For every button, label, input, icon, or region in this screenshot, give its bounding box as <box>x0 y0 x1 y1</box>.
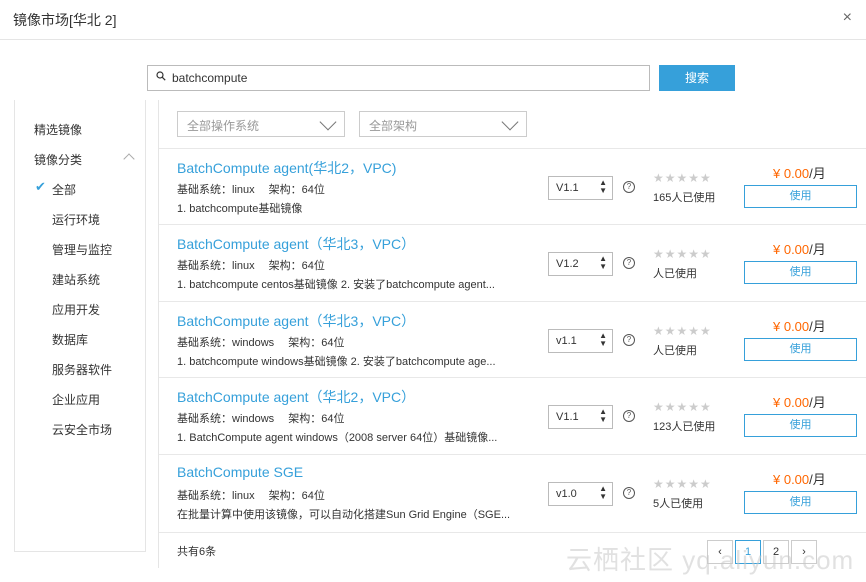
version-select[interactable]: V1.1 ▲ ▼ <box>548 176 613 200</box>
price-unit: /月 <box>809 319 826 334</box>
search-icon <box>156 71 166 81</box>
image-description: 1. BatchCompute agent windows（2008 serve… <box>177 432 498 444</box>
updown-arrows-icon: ▲ ▼ <box>599 407 607 424</box>
use-button[interactable]: 使用 <box>744 491 857 514</box>
total-count: 共有6条 <box>177 546 217 558</box>
updown-arrows-icon: ▲ ▼ <box>599 484 607 501</box>
image-title-link[interactable]: BatchCompute SGE <box>177 464 303 480</box>
help-icon[interactable]: ? <box>623 487 635 499</box>
version-select[interactable]: V1.1 ▲ ▼ <box>548 405 613 429</box>
usage-count: 人已使用 <box>653 268 697 280</box>
dialog-header: 镜像市场[华北 2] × <box>0 0 866 40</box>
sidebar-item-appdev[interactable]: 应用开发 <box>52 301 100 318</box>
watermark: 云栖社区 yq.aliyun.com <box>566 545 855 575</box>
usage-count: 5人已使用 <box>653 498 704 510</box>
version-select[interactable]: V1.2 ▲ ▼ <box>548 252 613 276</box>
rating-stars: ★★★★★ <box>653 324 712 338</box>
rating-stars: ★★★★★ <box>653 171 712 185</box>
version-value: V1.1 <box>556 411 579 423</box>
price-value: ¥ 0.00 <box>773 166 810 181</box>
search-box <box>147 65 650 91</box>
image-description: 1. batchcompute windows基础镜像 2. 安装了batchc… <box>177 356 496 368</box>
price: ¥ 0.00/月 <box>773 469 826 488</box>
rating-stars: ★★★★★ <box>653 400 712 414</box>
arch-filter-label: 全部架构 <box>369 119 418 133</box>
image-title-link[interactable]: BatchCompute agent（华北3，VPC） <box>177 234 415 254</box>
check-icon: ✔ <box>35 179 46 194</box>
image-description: 在批量计算中使用该镜像，可以自动化搭建Sun Grid Engine（SGE..… <box>177 509 511 521</box>
price-unit: /月 <box>809 166 826 181</box>
image-list-item: BatchCompute agent（华北3，VPC） 基础系统：linux 架… <box>159 224 866 300</box>
image-list-item: BatchCompute agent（华北2，VPC） 基础系统：windows… <box>159 377 866 453</box>
help-icon[interactable]: ? <box>623 181 635 193</box>
image-title-link[interactable]: BatchCompute agent（华北2，VPC） <box>177 387 415 407</box>
updown-arrows-icon: ▲ ▼ <box>599 178 607 195</box>
price: ¥ 0.00/月 <box>773 392 826 411</box>
image-list-item: BatchCompute SGE 基础系统：linux 架构：64位 在批量计算… <box>159 454 866 530</box>
help-icon[interactable]: ? <box>623 257 635 269</box>
sidebar-item-all[interactable]: 全部 <box>52 181 76 198</box>
chevron-down-icon <box>319 113 337 131</box>
arch-filter-select[interactable]: 全部架构 <box>359 111 527 137</box>
sidebar-item-runtime[interactable]: 运行环境 <box>52 211 100 228</box>
sidebar-item-category[interactable]: 镜像分类 <box>34 151 82 168</box>
sidebar-item-website[interactable]: 建站系统 <box>52 271 100 288</box>
updown-arrows-icon: ▲ ▼ <box>599 331 607 348</box>
sidebar-item-management[interactable]: 管理与监控 <box>52 241 112 258</box>
use-button[interactable]: 使用 <box>744 414 857 437</box>
sidebar-item-server-software[interactable]: 服务器软件 <box>52 361 112 378</box>
sidebar-item-featured[interactable]: 精选镜像 <box>34 121 82 138</box>
version-select[interactable]: v1.1 ▲ ▼ <box>548 329 613 353</box>
category-sidebar: 精选镜像 镜像分类 ✔ 全部 运行环境 管理与监控 建站系统 应用开发 数据库 … <box>14 100 146 552</box>
image-list-item: BatchCompute agent(华北2，VPC) 基础系统：linux 架… <box>159 148 866 224</box>
sidebar-item-database[interactable]: 数据库 <box>52 331 88 348</box>
price-unit: /月 <box>809 242 826 257</box>
help-icon[interactable]: ? <box>623 334 635 346</box>
usage-count: 人已使用 <box>653 345 697 357</box>
price-value: ¥ 0.00 <box>773 472 810 487</box>
sidebar-item-security-market[interactable]: 云安全市场 <box>52 421 112 438</box>
updown-arrows-icon: ▲ ▼ <box>599 254 607 271</box>
image-description: 1. batchcompute基础镜像 <box>177 203 303 215</box>
os-filter-select[interactable]: 全部操作系统 <box>177 111 345 137</box>
rating-stars: ★★★★★ <box>653 477 712 491</box>
image-meta: 基础系统：windows 架构：64位 <box>177 413 345 425</box>
chevron-up-icon[interactable] <box>123 153 135 165</box>
search-button[interactable]: 搜索 <box>659 65 735 91</box>
price-value: ¥ 0.00 <box>773 395 810 410</box>
sidebar-item-enterprise[interactable]: 企业应用 <box>52 391 100 408</box>
chevron-down-icon <box>501 113 519 131</box>
price: ¥ 0.00/月 <box>773 316 826 335</box>
image-title-link[interactable]: BatchCompute agent(华北2，VPC) <box>177 158 396 178</box>
price-value: ¥ 0.00 <box>773 242 810 257</box>
version-value: V1.1 <box>556 182 579 194</box>
version-value: V1.2 <box>556 258 579 270</box>
use-button[interactable]: 使用 <box>744 261 857 284</box>
price: ¥ 0.00/月 <box>773 163 826 182</box>
version-value: v1.1 <box>556 335 577 347</box>
rating-stars: ★★★★★ <box>653 247 712 261</box>
search-input[interactable] <box>172 66 642 90</box>
price: ¥ 0.00/月 <box>773 239 826 258</box>
price-unit: /月 <box>809 395 826 410</box>
usage-count: 165人已使用 <box>653 192 716 204</box>
image-meta: 基础系统：linux 架构：64位 <box>177 260 325 272</box>
use-button[interactable]: 使用 <box>744 185 857 208</box>
usage-count: 123人已使用 <box>653 421 716 433</box>
price-unit: /月 <box>809 472 826 487</box>
price-value: ¥ 0.00 <box>773 319 810 334</box>
image-description: 1. batchcompute centos基础镜像 2. 安装了batchco… <box>177 279 495 291</box>
image-meta: 基础系统：windows 架构：64位 <box>177 337 345 349</box>
image-meta: 基础系统：linux 架构：64位 <box>177 184 325 196</box>
close-icon[interactable]: × <box>843 9 852 27</box>
help-icon[interactable]: ? <box>623 410 635 422</box>
version-value: v1.0 <box>556 488 577 500</box>
use-button[interactable]: 使用 <box>744 338 857 361</box>
image-title-link[interactable]: BatchCompute agent（华北3，VPC） <box>177 311 415 331</box>
version-select[interactable]: v1.0 ▲ ▼ <box>548 482 613 506</box>
image-meta: 基础系统：linux 架构：64位 <box>177 490 325 502</box>
dialog-title: 镜像市场[华北 2] <box>13 12 117 28</box>
image-list-item: BatchCompute agent（华北3，VPC） 基础系统：windows… <box>159 301 866 377</box>
os-filter-label: 全部操作系统 <box>187 119 260 133</box>
